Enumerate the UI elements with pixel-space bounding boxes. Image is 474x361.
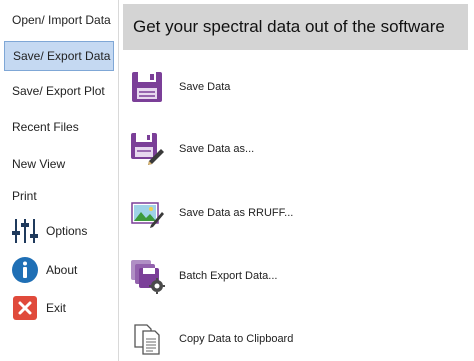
sidebar-item-open-import-data[interactable]: Open/ Import Data — [4, 5, 114, 35]
page-title: Get your spectral data out of the softwa… — [123, 4, 468, 50]
sidebar-item-new-view[interactable]: New View — [4, 149, 114, 179]
action-label: Batch Export Data... — [179, 270, 278, 282]
sidebar-item-label: Save/ Export Data — [13, 49, 111, 63]
sidebar-item-label: Save/ Export Plot — [12, 84, 105, 98]
image-edit-icon — [129, 195, 165, 231]
floppy-disk-edit-icon — [129, 131, 165, 167]
sidebar-item-label: Exit — [46, 301, 67, 315]
sidebar-item-exit[interactable]: Exit — [4, 293, 114, 323]
save-data-as-button[interactable]: Save Data as... — [129, 128, 459, 170]
action-label: Save Data as RRUFF... — [179, 207, 294, 219]
sidebar-item-label: Options — [46, 224, 88, 238]
main-panel: Get your spectral data out of the softwa… — [119, 0, 474, 361]
action-label: Copy Data to Clipboard — [179, 333, 294, 345]
sidebar-item-label: About — [46, 263, 78, 277]
close-icon — [10, 293, 40, 323]
sidebar-item-label: Recent Files — [12, 120, 79, 134]
info-icon — [10, 255, 40, 285]
sliders-icon — [10, 216, 40, 246]
sidebar-item-label: New View — [12, 157, 66, 171]
batch-export-icon — [129, 258, 165, 294]
action-label: Save Data — [179, 81, 231, 93]
copy-data-to-clipboard-button[interactable]: Copy Data to Clipboard — [129, 318, 459, 360]
sidebar-item-save-export-data[interactable]: Save/ Export Data — [4, 41, 114, 71]
clipboard-copy-icon — [129, 321, 165, 357]
sidebar-item-label: Open/ Import Data — [12, 13, 111, 27]
save-data-button[interactable]: Save Data — [129, 66, 459, 108]
sidebar-item-options[interactable]: Options — [4, 216, 114, 246]
sidebar-item-save-export-plot[interactable]: Save/ Export Plot — [4, 76, 114, 106]
save-data-as-rruff-button[interactable]: Save Data as RRUFF... — [129, 192, 459, 234]
batch-export-data-button[interactable]: Batch Export Data... — [129, 255, 459, 297]
sidebar-item-print[interactable]: Print — [4, 181, 114, 211]
sidebar-item-label: Print — [12, 189, 37, 203]
sidebar-item-about[interactable]: About — [4, 255, 114, 285]
floppy-disk-icon — [129, 69, 165, 105]
sidebar: Open/ Import Data Save/ Export Data Save… — [0, 0, 119, 361]
action-label: Save Data as... — [179, 143, 255, 155]
sidebar-item-recent-files[interactable]: Recent Files — [4, 112, 114, 142]
